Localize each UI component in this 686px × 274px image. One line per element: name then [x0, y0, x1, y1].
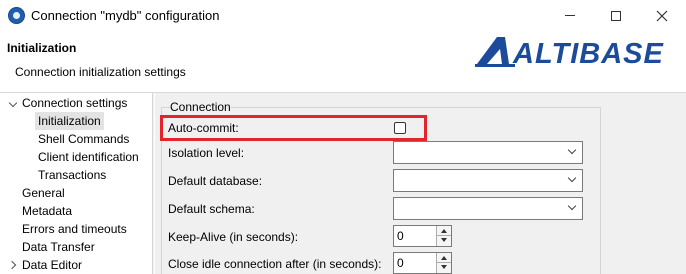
page-description: Connection initialization settings [15, 65, 186, 79]
close-idle-label: Close idle connection after (in seconds)… [168, 257, 382, 271]
tree-item-client-identification[interactable]: Client identification [38, 148, 139, 166]
altibase-logo: ALTIBASE [475, 31, 686, 71]
chevron-down-icon [567, 173, 577, 183]
logo-text: ALTIBASE [512, 38, 665, 70]
expand-down-icon[interactable] [8, 99, 18, 109]
settings-tree: Connection settings Initialization Shell… [0, 93, 152, 274]
tree-item-connection-settings[interactable]: Connection settings [22, 94, 127, 112]
maximize-button[interactable] [593, 0, 639, 31]
close-idle-spinner[interactable]: 0 [393, 252, 452, 274]
tree-item-data-editor[interactable]: Data Editor [22, 256, 82, 274]
close-button[interactable] [639, 0, 685, 31]
dbeaver-icon [8, 7, 25, 24]
autocommit-checkbox[interactable] [394, 122, 406, 134]
default-schema-select[interactable] [393, 197, 583, 220]
splitter[interactable] [152, 93, 154, 274]
decrement-icon[interactable] [437, 263, 451, 273]
spinner-buttons [436, 253, 451, 273]
chevron-down-icon [567, 201, 577, 211]
tree-item-data-transfer[interactable]: Data Transfer [22, 238, 95, 256]
connection-group-label: Connection [170, 100, 231, 114]
decrement-icon[interactable] [437, 236, 451, 246]
settings-panel: Connection Auto-commit: Isolation level:… [155, 93, 686, 274]
spinner-buttons [436, 226, 451, 246]
isolation-level-select[interactable] [393, 141, 583, 164]
isolation-level-label: Isolation level: [168, 146, 245, 160]
page-header: Initialization Connection initialization… [0, 31, 686, 93]
window-title: Connection "mydb" configuration [31, 8, 220, 23]
maximize-icon [611, 10, 621, 21]
close-idle-value[interactable]: 0 [397, 256, 404, 270]
tree-item-transactions[interactable]: Transactions [38, 166, 106, 184]
tree-item-metadata[interactable]: Metadata [22, 202, 72, 220]
title-bar: Connection "mydb" configuration [0, 0, 686, 31]
increment-icon[interactable] [437, 253, 451, 263]
minimize-button[interactable] [547, 0, 593, 31]
keepalive-spinner[interactable]: 0 [393, 225, 452, 247]
tree-item-initialization[interactable]: Initialization [35, 112, 104, 130]
tree-item-general[interactable]: General [22, 184, 65, 202]
keepalive-label: Keep-Alive (in seconds): [168, 230, 299, 244]
autocommit-label: Auto-commit: [168, 121, 239, 135]
close-icon [656, 10, 668, 21]
tree-item-shell-commands[interactable]: Shell Commands [38, 130, 129, 148]
default-database-label: Default database: [168, 174, 263, 188]
increment-icon[interactable] [437, 226, 451, 236]
page-title: Initialization [7, 41, 77, 55]
expand-right-icon[interactable] [9, 260, 19, 270]
chevron-down-icon [567, 145, 577, 155]
minimize-icon [565, 15, 575, 16]
tree-item-errors-and-timeouts[interactable]: Errors and timeouts [22, 220, 127, 238]
default-schema-label: Default schema: [168, 202, 255, 216]
keepalive-value[interactable]: 0 [397, 229, 404, 243]
default-database-select[interactable] [393, 169, 583, 192]
